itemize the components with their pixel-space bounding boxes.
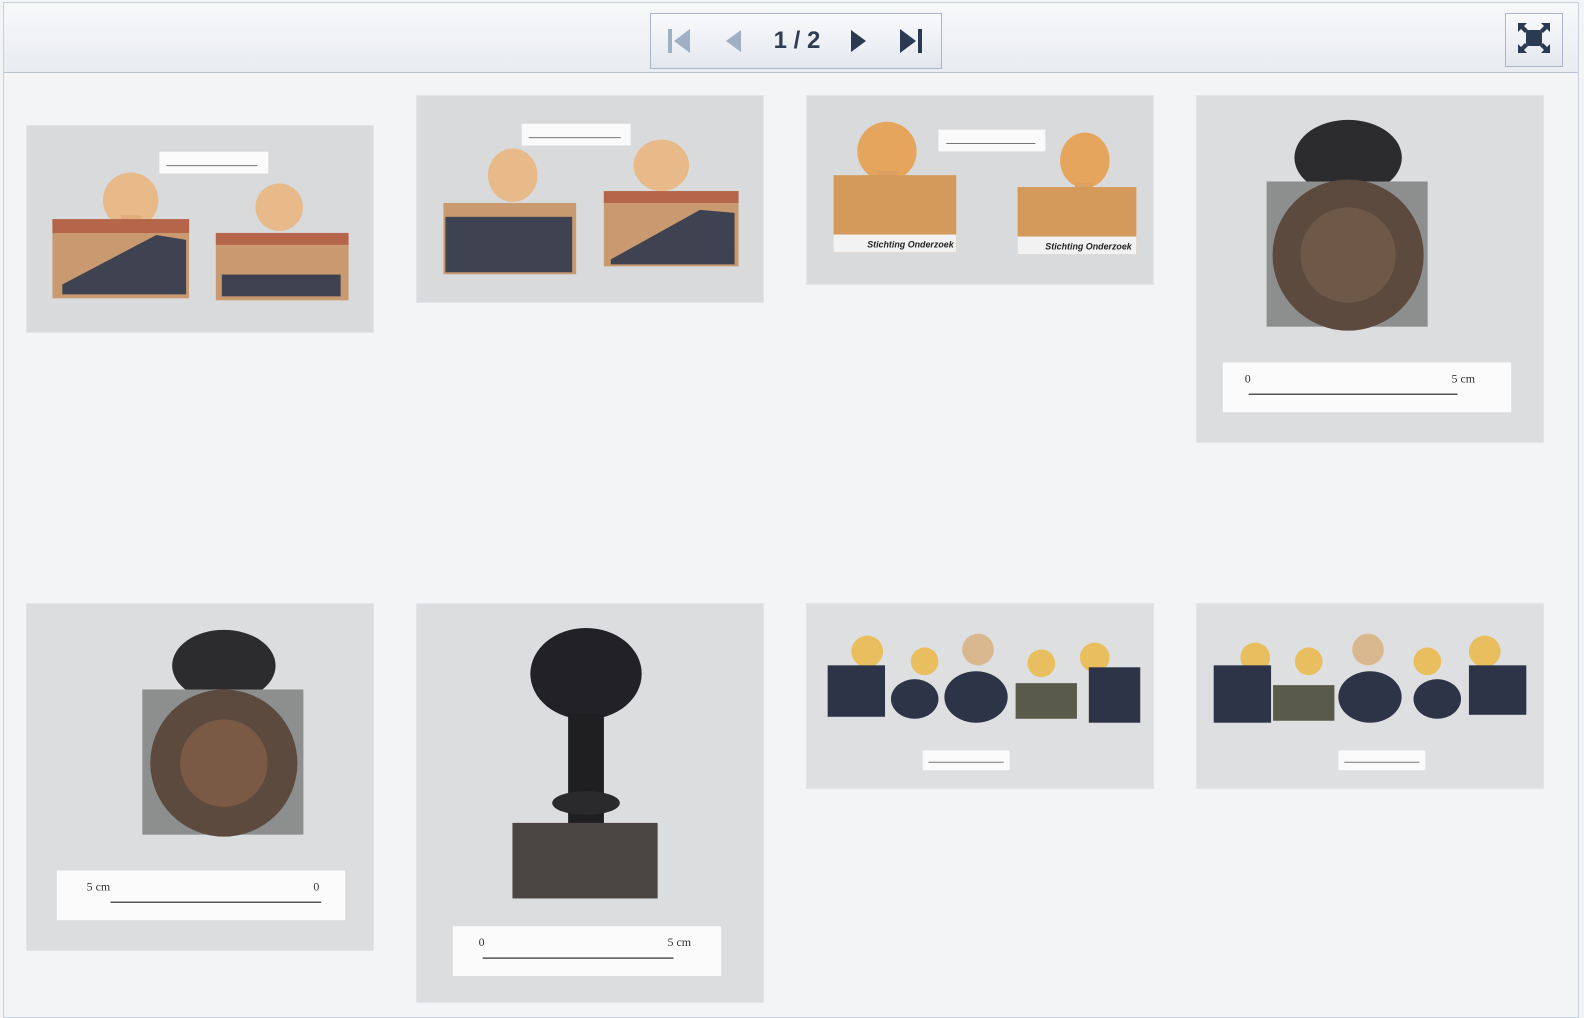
thumbnail-2[interactable] (416, 95, 764, 303)
stamp-photo (27, 126, 373, 332)
thumbnail-6[interactable]: 0 5 cm (416, 603, 764, 1003)
fullscreen-button[interactable] (1505, 13, 1563, 67)
first-page-icon (666, 27, 692, 55)
stamp-photo: 0 5 cm (417, 604, 763, 1002)
stamp-photo (807, 604, 1153, 788)
previous-page-button[interactable] (711, 14, 755, 68)
last-page-button[interactable] (889, 14, 933, 68)
previous-page-icon (723, 27, 743, 55)
thumbnail-5[interactable]: 5 cm 0 (26, 603, 374, 951)
last-page-icon (898, 27, 924, 55)
ruler-label-end: 5 cm (668, 935, 692, 949)
stamp-photo (417, 96, 763, 302)
thumbnail-1[interactable] (26, 125, 374, 333)
gallery-viewer: 1 / 2 Stichting Onderzoek Stichting Onde… (3, 2, 1579, 1018)
thumbnail-3[interactable]: Stichting Onderzoek Stichting Onderzoek (806, 95, 1154, 285)
toolbar: 1 / 2 (4, 3, 1578, 73)
ruler-label-start: 0 (479, 935, 485, 949)
stamp-label-right: Stichting Onderzoek (1045, 241, 1133, 251)
stamp-photo: 0 5 cm (1197, 96, 1543, 442)
pagination-control: 1 / 2 (650, 13, 942, 69)
stamp-photo: 5 cm 0 (27, 604, 373, 950)
next-page-icon (849, 27, 869, 55)
first-page-button[interactable] (657, 14, 701, 68)
ruler-label-start: 0 (1245, 371, 1251, 385)
page-counter: 1 / 2 (773, 27, 821, 54)
thumbnail-8[interactable] (1196, 603, 1544, 789)
next-page-button[interactable] (837, 14, 881, 68)
fullscreen-icon (1517, 22, 1551, 59)
ruler-label-end: 5 cm (1452, 371, 1476, 385)
stamp-label-left: Stichting Onderzoek (867, 239, 955, 249)
stamp-photo (1197, 604, 1543, 788)
thumbnail-7[interactable] (806, 603, 1154, 789)
stamp-photo: Stichting Onderzoek Stichting Onderzoek (807, 96, 1153, 284)
thumbnail-4[interactable]: 0 5 cm (1196, 95, 1544, 443)
ruler-label-end: 0 (313, 879, 319, 893)
ruler-label-start: 5 cm (87, 879, 111, 893)
